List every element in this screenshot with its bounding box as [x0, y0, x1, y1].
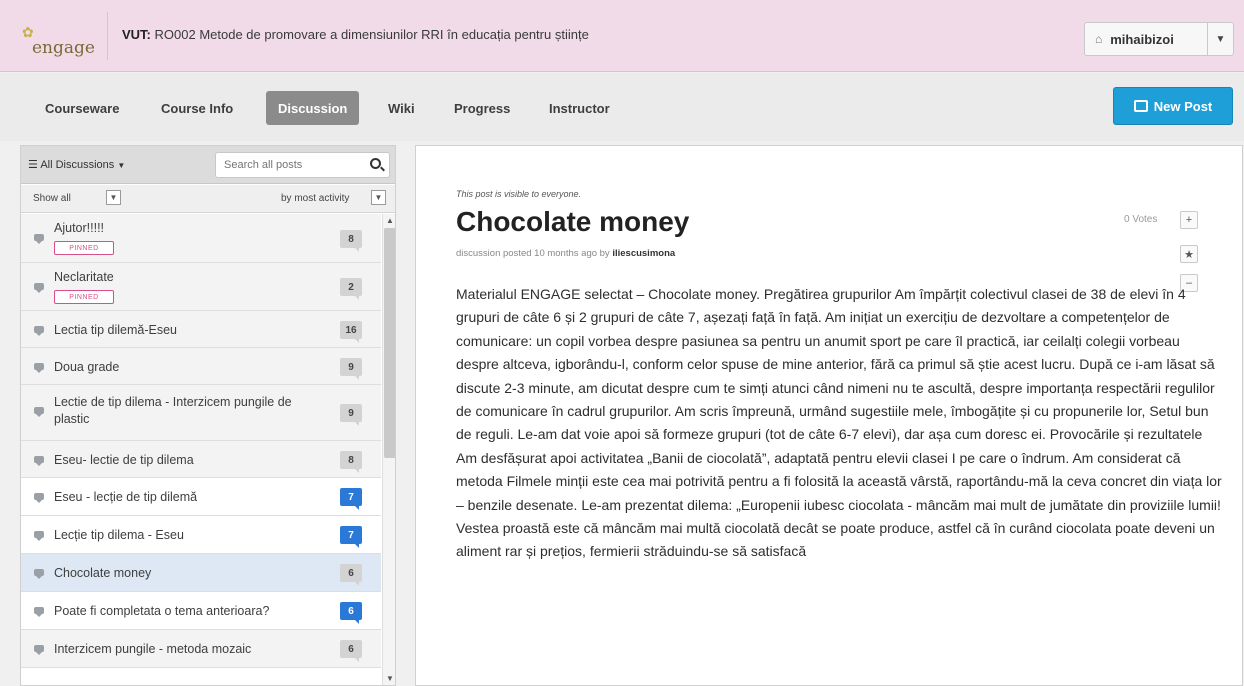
search-box[interactable] — [215, 152, 390, 178]
course-code: VUT: — [122, 27, 151, 42]
comment-count-badge: 2 — [340, 278, 362, 300]
new-post-label: New Post — [1153, 98, 1213, 114]
comment-icon — [34, 283, 44, 293]
thread-title: Doua grade — [54, 360, 120, 374]
vote-button[interactable]: + — [1180, 211, 1198, 229]
star-icon: ★ — [1184, 248, 1194, 261]
post-meta: discussion posted 10 months ago by ilies… — [456, 248, 675, 259]
comment-icon — [34, 326, 44, 336]
comment-count-badge: 9 — [340, 404, 362, 426]
all-discussions-label: All Discussions — [40, 159, 115, 171]
visibility-note: This post is visible to everyone. — [456, 189, 582, 199]
thread-item[interactable]: Chocolate money 6 — [21, 554, 381, 592]
thread-list: Ajutor!!!!! PINNED 8 Neclaritate PINNED 2 Lect… — [21, 214, 381, 668]
thread-title: Eseu- lectie de tip dilema — [54, 453, 194, 467]
tab-instructor[interactable]: Instructor — [537, 91, 622, 125]
comment-count-badge: 16 — [340, 321, 362, 343]
pinned-badge: PINNED — [54, 241, 114, 255]
tab-course-info[interactable]: Course Info — [149, 91, 245, 125]
follow-button[interactable]: ★ — [1180, 245, 1198, 263]
post-title: Chocolate money — [456, 206, 690, 237]
caret-down-icon: ▼ — [117, 161, 126, 170]
scroll-thumb[interactable] — [384, 228, 395, 458]
tab-discussion[interactable]: Discussion — [266, 91, 360, 125]
search-input[interactable] — [216, 153, 356, 177]
thread-item[interactable]: Eseu - lecție de tip dilemă 7 — [21, 478, 381, 516]
tab-courseware[interactable]: Courseware — [33, 91, 131, 125]
comment-icon — [34, 569, 44, 579]
thread-title: Interzicem pungile - metoda mozaic — [54, 642, 252, 656]
post-author-link[interactable]: iliescusimona — [612, 248, 675, 259]
all-discussions-dropdown[interactable]: ☰ All Discussions ▼ — [28, 158, 125, 171]
sidebar-scrollbar[interactable]: ▲ ▼ — [382, 214, 395, 685]
comment-icon — [34, 456, 44, 466]
thread-title: Poate fi completata o tema anterioara? — [54, 604, 270, 618]
comment-count-badge: 7 — [340, 526, 362, 548]
user-menu-button[interactable]: ⌂ mihaibizoi — [1084, 22, 1208, 56]
thread-title: Lecție tip dilema - Eseu — [54, 528, 184, 542]
scroll-up-icon[interactable]: ▲ — [386, 216, 394, 225]
comment-count-badge: 9 — [340, 358, 362, 380]
home-icon: ⌂ — [1095, 32, 1103, 46]
thread-title: Neclaritate — [54, 270, 114, 284]
thread-item[interactable]: Doua grade 9 — [21, 348, 381, 385]
thread-title: Lectie de tip dilema - Interzicem pungil… — [54, 395, 292, 426]
sidebar-filter-bar: Show all ▼ by most activity ▼ — [21, 185, 395, 213]
thread-title: Ajutor!!!!! — [54, 221, 105, 235]
new-post-button[interactable]: New Post — [1113, 87, 1233, 125]
comment-count-badge: 6 — [340, 564, 362, 586]
thread-item[interactable]: Lectia tip dilemă-Eseu 16 — [21, 311, 381, 348]
scroll-down-icon[interactable]: ▼ — [386, 674, 394, 683]
discussion-sidebar: ☰ All Discussions ▼ Show all ▼ by most a… — [20, 145, 396, 686]
course-nav: Courseware Course Info Discussion Wiki P… — [0, 73, 1244, 141]
plus-icon: + — [1185, 214, 1193, 226]
username: mihaibizoi — [1110, 31, 1174, 47]
post-panel: This post is visible to everyone. Chocol… — [415, 145, 1243, 686]
thread-item[interactable]: Neclaritate PINNED 2 — [21, 263, 381, 311]
post-meta-prefix: discussion posted 10 months ago by — [456, 248, 610, 259]
header-divider — [107, 12, 108, 60]
user-menu-toggle[interactable]: ▼ — [1208, 22, 1234, 56]
engage-logo[interactable]: ✿ engage — [18, 18, 98, 58]
pinned-badge: PINNED — [54, 290, 114, 304]
comment-count-badge: 6 — [340, 602, 362, 624]
list-icon: ☰ — [28, 159, 38, 171]
logo-text: engage — [32, 38, 95, 58]
tab-progress[interactable]: Progress — [442, 91, 522, 125]
show-all-label: Show all — [33, 193, 71, 204]
thread-item[interactable]: Eseu- lectie de tip dilema 8 — [21, 441, 381, 478]
comment-count-badge: 8 — [340, 451, 362, 473]
caret-down-icon: ▼ — [1215, 33, 1226, 45]
thread-item[interactable]: Poate fi completata o tema anterioara? 6 — [21, 592, 381, 630]
comment-count-badge: 8 — [340, 230, 362, 252]
comment-count-badge: 6 — [340, 640, 362, 662]
thread-title: Chocolate money — [54, 566, 152, 580]
thread-item[interactable]: Lectie de tip dilema - Interzicem pungil… — [21, 385, 381, 441]
comment-icon — [34, 363, 44, 373]
sort-label: by most activity — [281, 193, 350, 204]
thread-item[interactable]: Ajutor!!!!! PINNED 8 — [21, 214, 381, 263]
edit-icon — [1133, 100, 1148, 112]
comment-icon — [34, 407, 44, 417]
course-name: RO002 Metode de promovare a dimensiunilo… — [154, 27, 589, 42]
search-icon[interactable] — [370, 158, 381, 169]
thread-item[interactable]: Lecție tip dilema - Eseu 7 — [21, 516, 381, 554]
sidebar-header: ☰ All Discussions ▼ — [21, 146, 395, 184]
thread-title: Eseu - lecție de tip dilemă — [54, 490, 198, 504]
comment-icon — [34, 493, 44, 503]
course-title: VUT: RO002 Metode de promovare a dimensi… — [122, 27, 589, 42]
comment-icon — [34, 531, 44, 541]
show-all-dropdown[interactable]: ▼ — [106, 190, 121, 205]
course-header: ✿ engage VUT: RO002 Metode de promovare … — [0, 0, 1244, 72]
comment-icon — [34, 607, 44, 617]
vote-count: 0 Votes — [1124, 214, 1158, 225]
thread-item[interactable]: Interzicem pungile - metoda mozaic 6 — [21, 630, 381, 668]
comment-count-badge: 7 — [340, 488, 362, 510]
tab-wiki[interactable]: Wiki — [376, 91, 427, 125]
post-body: Materialul ENGAGE selectat – Chocolate m… — [456, 286, 1222, 560]
thread-title: Lectia tip dilemă-Eseu — [54, 323, 177, 337]
sort-dropdown[interactable]: ▼ — [371, 190, 386, 205]
comment-icon — [34, 234, 44, 244]
comment-icon — [34, 645, 44, 655]
